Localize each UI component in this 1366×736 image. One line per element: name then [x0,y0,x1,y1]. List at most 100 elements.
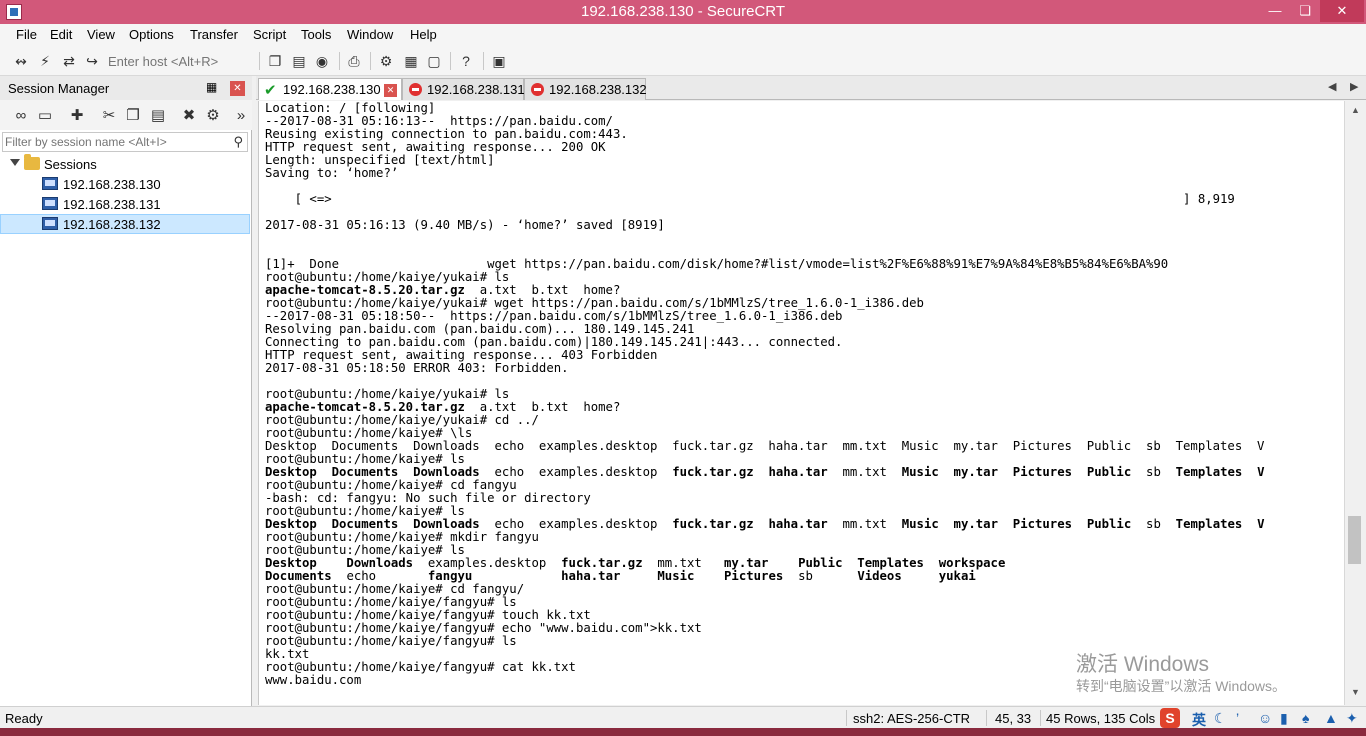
tab-scroll-right-icon[interactable]: ▶ [1350,80,1358,93]
properties-gear-icon[interactable]: ⚙ [204,107,222,125]
terminal-line: 2017-08-31 05:16:13 (9.40 MB/s) - ‘home?… [265,218,665,232]
terminal-segment: fangyu [427,569,473,583]
delete-icon[interactable]: ✖ [180,107,198,125]
paste-icon[interactable]: ▤ [290,52,308,70]
menu-script[interactable]: Script [253,27,286,42]
help-icon[interactable]: ? [457,52,475,70]
terminal-segment: sb [783,569,858,583]
terminal-line: www.baidu.com [265,673,362,687]
settings-gear-icon[interactable]: ⚙ [377,52,395,70]
tree-item-label: 192.168.238.132 [63,217,161,232]
tree-item-label: 192.168.238.131 [63,197,161,212]
status-terminal-size: 45 Rows, 135 Cols [1046,711,1156,726]
terminal-segment: Desktop Documents Downloads [265,465,480,479]
toolbar-separator [339,52,340,70]
tab-session-130[interactable]: ✔ 192.168.238.130 ✕ [258,78,402,100]
reconnect-icon[interactable]: ⇄ [60,52,78,70]
menu-tools[interactable]: Tools [301,27,331,42]
ime-punctuation-icon[interactable]: ’ [1236,710,1239,726]
sftp-icon[interactable]: ▣ [490,52,508,70]
terminal-segment: fuck.tar.gz [561,556,643,570]
quick-connect-icon[interactable]: ⚡ [36,52,54,70]
terminal-segment: apache-tomcat-8.5.20.tar.gz [265,400,465,414]
tree-item-sessions-folder[interactable]: Sessions [0,154,250,174]
status-bar: Ready ssh2: AES-256-CTR 45, 33 45 Rows, … [0,706,1366,728]
global-options-icon[interactable]: ▦ [402,52,420,70]
connected-check-icon: ✔ [264,82,277,99]
add-session-icon[interactable]: ✚ [68,107,86,125]
scroll-down-icon[interactable]: ▼ [1351,687,1360,697]
print-icon[interactable]: ⎙ [345,52,363,70]
scrollbar-thumb[interactable] [1348,516,1361,564]
sogou-logo-icon[interactable]: S [1160,708,1180,728]
ime-microphone-icon[interactable]: ▮ [1280,710,1288,727]
terminal-line: Saving to: ‘home?’ [265,166,399,180]
tree-item-session-selected[interactable]: 192.168.238.132 [0,214,250,234]
close-panel-icon[interactable]: ✕ [230,81,245,96]
terminal-segment: mm.txt [827,517,902,531]
new-window-icon[interactable]: ▭ [36,107,54,125]
tab-session-131[interactable]: 192.168.238.131 [402,78,525,100]
menu-transfer[interactable]: Transfer [190,27,238,42]
ime-skin-icon[interactable]: ♠ [1302,710,1309,726]
terminal-segment: Documents [265,569,332,583]
close-window-button[interactable]: ✕ [1320,0,1364,22]
connect-icon[interactable]: ↭ [12,52,30,70]
status-ready: Ready [5,711,43,726]
menu-view[interactable]: View [87,27,115,42]
status-separator [846,710,847,726]
terminal-segment: echo examples.desktop [479,465,673,479]
pin-icon[interactable]: ▦ [206,80,217,94]
maximize-button[interactable]: ❏ [1288,0,1322,22]
terminal-segment: fuck.tar.gz haha.tar [672,465,828,479]
tree-item-label: Sessions [44,157,97,172]
ime-toolbar: S 英 ☾ ’ ☺ ▮ ♠ ▲ ✦ [1158,707,1366,729]
ime-emoji-icon[interactable]: ☺ [1258,710,1272,726]
menu-help[interactable]: Help [410,27,437,42]
session-filter-input[interactable] [5,134,225,150]
keymap-icon[interactable]: ▢ [425,52,443,70]
status-separator [1040,710,1041,726]
menu-window[interactable]: Window [347,27,393,42]
tree-item-session[interactable]: 192.168.238.131 [0,194,250,214]
tab-label: 192.168.238.131 [427,82,525,97]
close-tab-icon[interactable]: ✕ [384,84,397,97]
tab-session-132[interactable]: 192.168.238.132 [524,78,647,100]
cut-icon[interactable]: ✂ [100,107,118,125]
search-icon[interactable]: ⚲ [233,134,243,150]
more-chevron-icon[interactable]: » [232,107,250,125]
scroll-up-icon[interactable]: ▲ [1351,105,1360,115]
session-tab-strip: ✔ 192.168.238.130 ✕ 192.168.238.131 192.… [256,76,1366,100]
tab-scroll-left-icon[interactable]: ◀ [1328,80,1336,93]
folder-icon [24,154,40,170]
copy-session-icon[interactable]: ❐ [124,107,142,125]
terminal-segment: Templates V [1175,465,1265,479]
ime-tools-icon[interactable]: ✦ [1346,710,1358,727]
terminal-scrollbar[interactable]: ▲ ▼ [1344,101,1364,705]
terminal-segment: sb [1131,517,1176,531]
terminal-output[interactable]: Location: / [following] --2017-08-31 05:1… [258,101,1344,705]
ime-shirt-icon[interactable]: ▲ [1324,710,1338,726]
menu-options[interactable]: Options [129,27,174,42]
tree-item-label: 192.168.238.130 [63,177,161,192]
menu-file[interactable]: File [16,27,37,42]
disconnect-icon[interactable]: ↪ [83,52,101,70]
minimize-button[interactable]: — [1258,0,1292,22]
ime-moon-icon[interactable]: ☾ [1214,710,1227,727]
copy-icon[interactable]: ❐ [266,52,284,70]
link-icon[interactable]: ∞ [12,107,30,125]
toolbar-separator [450,52,451,70]
enter-host-input[interactable] [108,51,258,71]
watermark-line1: 激活 Windows [1076,653,1210,676]
find-icon[interactable]: ◉ [313,52,331,70]
paste-session-icon[interactable]: ▤ [149,107,167,125]
menu-edit[interactable]: Edit [50,27,72,42]
terminal-segment: fuck.tar.gz haha.tar [672,517,828,531]
ime-language-toggle[interactable]: 英 [1192,710,1206,730]
terminal-segment: a.txt b.txt home? [464,400,621,414]
session-manager-header: Session Manager ▦ ✕ [0,76,252,100]
tree-item-session[interactable]: 192.168.238.130 [0,174,250,194]
expand-triangle-icon[interactable] [10,159,20,166]
session-manager-panel: Session Manager ▦ ✕ ∞ ▭ ✚ ✂ ❐ ▤ ✖ ⚙ » ⚲ … [0,76,252,706]
terminal-segment: Music my.tar Pictures Public [901,517,1132,531]
